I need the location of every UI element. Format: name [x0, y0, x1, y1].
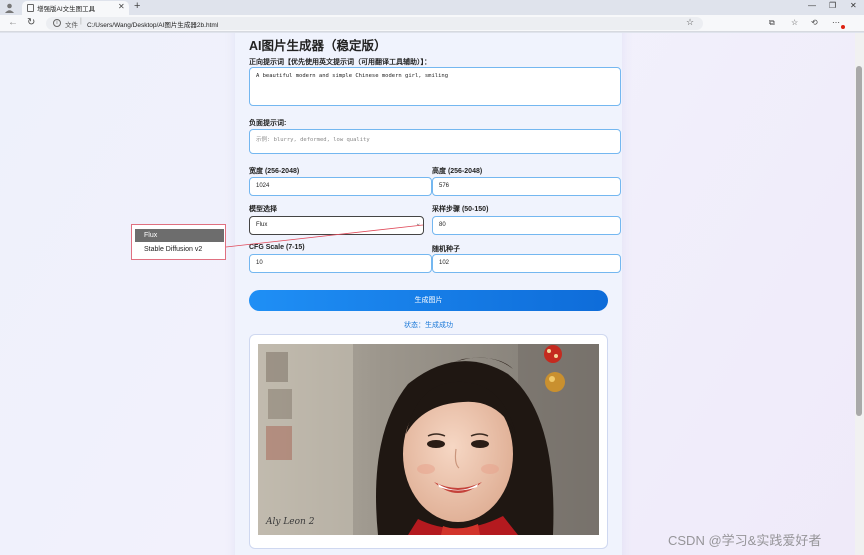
- height-label: 高度 (256-2048): [432, 168, 483, 175]
- seed-value: 102: [439, 260, 450, 266]
- extensions-icon[interactable]: ⧉: [769, 18, 775, 28]
- history-icon[interactable]: ⟲: [811, 18, 818, 27]
- model-value: Flux: [256, 222, 268, 228]
- close-window-icon[interactable]: ✕: [850, 1, 857, 10]
- browser-tab[interactable]: 增强版AI文生图工具 ✕: [22, 1, 129, 15]
- status-text: 状态：生成成功: [404, 322, 453, 329]
- steps-value: 80: [439, 222, 446, 228]
- more-icon[interactable]: ⋯: [832, 18, 840, 27]
- cfg-value: 10: [256, 260, 263, 266]
- notification-badge: [841, 25, 845, 29]
- model-label: 模型选择: [249, 206, 277, 213]
- generated-image: Aly Leon 2: [258, 344, 599, 535]
- portrait-illustration: Aly Leon 2: [258, 344, 599, 535]
- negative-prompt-textarea[interactable]: 示例: blurry, deformed, low quality: [249, 129, 621, 154]
- maximize-icon[interactable]: ❐: [829, 1, 836, 10]
- address-label: 文件: [65, 22, 78, 29]
- plus-icon[interactable]: +: [134, 0, 140, 12]
- favorites-icon[interactable]: ☆: [791, 18, 798, 27]
- chevron-down-icon: ⌄: [416, 220, 420, 227]
- height-value: 576: [439, 183, 450, 189]
- prompt-textarea[interactable]: A beautiful modern and simple Chinese mo…: [249, 67, 621, 106]
- generate-button[interactable]: 生成图片: [249, 290, 608, 311]
- steps-input[interactable]: 80: [432, 216, 621, 235]
- back-icon[interactable]: ←: [8, 17, 18, 28]
- negative-prompt-label: 负面提示词:: [249, 120, 287, 127]
- dropdown-option-stable-diffusion[interactable]: Stable Diffusion v2: [135, 243, 224, 256]
- signature: Aly Leon 2: [265, 517, 315, 527]
- tab-strip: 增强版AI文生图工具 ✕ + — ❐ ✕: [0, 0, 864, 15]
- scrollbar-thumb[interactable]: [856, 66, 862, 416]
- close-icon[interactable]: ✕: [118, 2, 125, 11]
- tab-title: 增强版AI文生图工具: [37, 6, 96, 13]
- address-url[interactable]: C:/Users/Wang/Desktop/AI图片生成器2b.html: [87, 19, 218, 29]
- width-label: 宽度 (256-2048): [249, 168, 300, 175]
- cfg-input[interactable]: 10: [249, 254, 432, 273]
- info-icon[interactable]: i: [53, 19, 61, 27]
- minimize-icon[interactable]: —: [808, 1, 816, 10]
- prompt-label: 正向提示词【优先使用英文提示词（可用翻译工具辅助）】：: [249, 59, 431, 66]
- watermark: CSDN @学习&实践爱好者: [668, 533, 822, 548]
- profile-icon[interactable]: [4, 2, 15, 13]
- page-title: AI图片生成器（稳定版）: [249, 39, 387, 53]
- height-input[interactable]: 576: [432, 177, 621, 196]
- browser-toolbar: ← ↻ i 文件 | C:/Users/Wang/Desktop/AI图片生成器…: [0, 15, 864, 32]
- file-icon: [27, 4, 34, 12]
- star-icon[interactable]: ☆: [686, 17, 694, 28]
- model-select[interactable]: Flux ⌄: [249, 216, 424, 235]
- steps-label: 采样步骤 (50-150): [432, 206, 489, 213]
- seed-input[interactable]: 102: [432, 254, 621, 273]
- width-value: 1024: [256, 183, 270, 189]
- cfg-label: CFG Scale (7-15): [249, 244, 305, 251]
- seed-label: 随机种子: [432, 246, 460, 253]
- width-input[interactable]: 1024: [249, 177, 432, 196]
- reload-icon[interactable]: ↻: [27, 17, 35, 28]
- model-dropdown: Flux Stable Diffusion v2: [131, 224, 226, 260]
- dropdown-option-flux[interactable]: Flux: [135, 229, 224, 242]
- page-content: AI图片生成器（稳定版） 正向提示词【优先使用英文提示词（可用翻译工具辅助）】：…: [0, 33, 855, 555]
- address-separator: |: [80, 18, 82, 25]
- scrollbar[interactable]: [855, 33, 864, 555]
- address-bar[interactable]: i 文件 | C:/Users/Wang/Desktop/AI图片生成器2b.h…: [46, 17, 703, 30]
